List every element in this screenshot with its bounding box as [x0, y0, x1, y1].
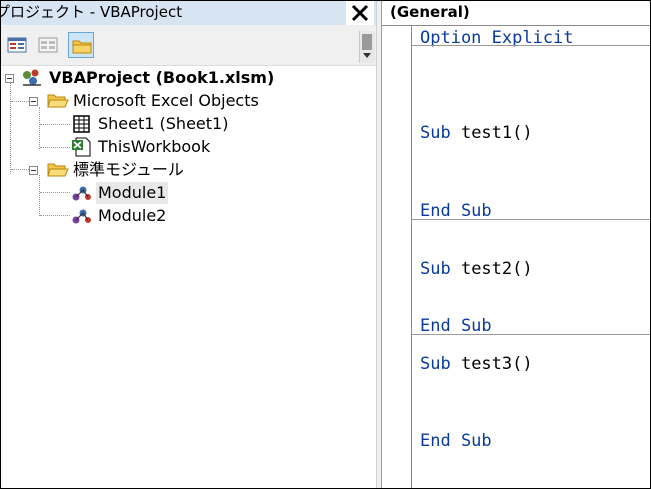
tree-item-excel-objects[interactable]: Microsoft Excel Objects [29, 90, 355, 112]
vbe-window: プロジェクト - VBAProject VBAProject (Book1.xl… [0, 0, 651, 489]
excel-objects-label: Microsoft Excel Objects [73, 91, 259, 110]
view-object-button[interactable] [35, 32, 61, 58]
code-line-sub-test3[interactable]: Sub test3() [420, 353, 533, 375]
tree-line [39, 175, 40, 216]
module2-label: Module2 [98, 206, 167, 225]
procedure-separator [412, 334, 650, 335]
tree-item-sheet1[interactable]: Sheet1 (Sheet1) [71, 113, 355, 135]
project-explorer-title: プロジェクト - VBAProject [1, 3, 183, 21]
collapse-icon[interactable] [5, 74, 14, 83]
tree-item-module2[interactable]: Module2 [71, 205, 355, 227]
view-code-button[interactable] [4, 32, 30, 58]
code-line-sub-test1[interactable]: Sub test1() [420, 122, 533, 144]
tree-item-standard-modules[interactable]: 標準モジュール [29, 159, 355, 181]
tree-line [40, 192, 70, 193]
tree-line [40, 215, 70, 216]
close-icon [351, 4, 369, 22]
collapse-icon[interactable] [29, 97, 38, 106]
code-margin-indicator-bar[interactable] [382, 26, 412, 488]
tree-item-thisworkbook[interactable]: ThisWorkbook [71, 136, 355, 158]
worksheet-icon [71, 114, 93, 134]
object-dropdown[interactable]: (General) [382, 1, 650, 26]
keyword: Sub [420, 259, 461, 279]
procedure-separator [412, 219, 650, 220]
toggle-folders-button[interactable] [68, 32, 94, 58]
keyword: End Sub [420, 431, 492, 451]
tree-line [39, 107, 40, 149]
module-icon [71, 206, 93, 226]
tree-item-module1[interactable]: Module1 [71, 182, 355, 204]
project-explorer-toolbar [1, 25, 376, 66]
scroll-down-icon[interactable] [363, 53, 371, 58]
identifier: test1() [460, 123, 533, 143]
project-explorer-title-bar[interactable]: プロジェクト - VBAProject [1, 1, 376, 25]
code-window: (General) Option Explicit Sub test1() En… [382, 1, 650, 488]
project-label: VBAProject (Book1.xlsm) [49, 68, 275, 87]
identifier: test2() [460, 259, 533, 279]
vba-project-icon [21, 68, 43, 88]
code-line-end-sub-3[interactable]: End Sub [420, 430, 492, 452]
tree-line [11, 169, 29, 170]
project-explorer-pane: プロジェクト - VBAProject VBAProject (Book1.xl… [1, 1, 376, 488]
scroll-thumb[interactable] [362, 34, 372, 50]
identifier: test3() [460, 354, 533, 374]
procedure-separator [412, 45, 650, 46]
keyword: End Sub [420, 316, 492, 336]
module1-label: Module1 [96, 182, 169, 204]
keyword: Sub [420, 354, 461, 374]
module-icon [71, 183, 93, 203]
workbook-icon [71, 137, 93, 157]
project-tree: VBAProject (Book1.xlsm) Microsoft Excel … [1, 65, 359, 488]
tree-line [10, 81, 11, 174]
tree-line [11, 101, 29, 102]
sheet1-label: Sheet1 (Sheet1) [98, 114, 229, 133]
view-code-icon [7, 37, 27, 53]
open-folder-icon [47, 91, 69, 111]
object-dropdown-value: (General) [390, 3, 470, 21]
folder-icon [72, 40, 92, 54]
open-folder-icon [47, 160, 69, 180]
tree-item-project[interactable]: VBAProject (Book1.xlsm) [5, 67, 355, 89]
thisworkbook-label: ThisWorkbook [98, 137, 211, 156]
tree-line [40, 124, 70, 125]
code-line-sub-test2[interactable]: Sub test2() [420, 258, 533, 280]
keyword: End Sub [420, 201, 492, 221]
close-button[interactable] [346, 1, 374, 25]
keyword: Sub [420, 123, 461, 143]
collapse-icon[interactable] [29, 166, 38, 175]
toolbar-scroll[interactable] [359, 31, 375, 63]
view-object-icon [38, 37, 58, 53]
standard-modules-label: 標準モジュール [73, 160, 184, 179]
tree-line [40, 147, 70, 148]
code-editor[interactable]: Option Explicit Sub test1() End Sub Sub … [412, 26, 650, 488]
